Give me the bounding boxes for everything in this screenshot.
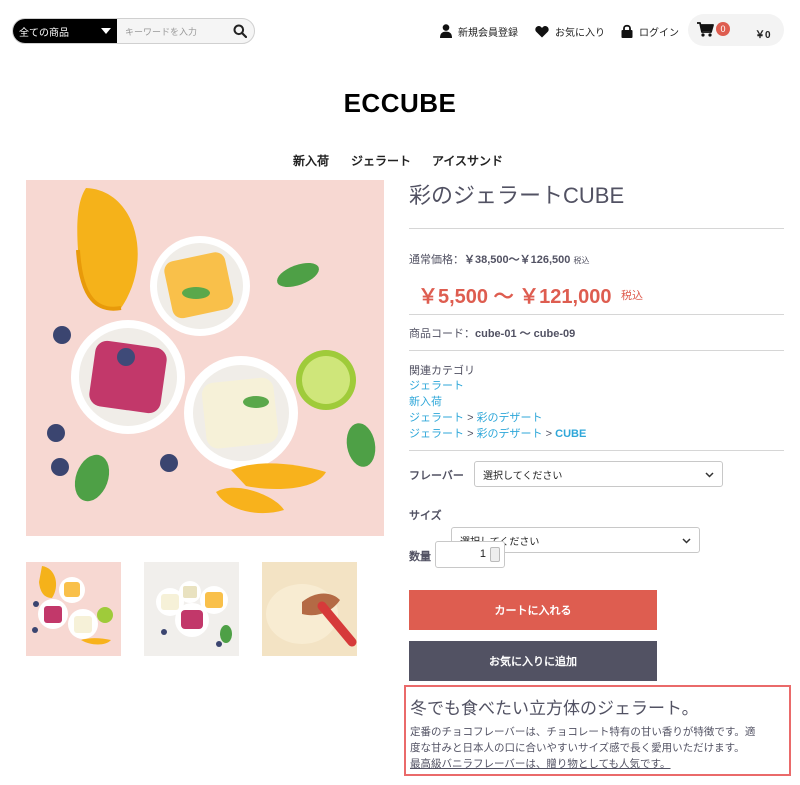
related-categories-heading: 関連カテゴリ [409, 365, 475, 377]
product-code-value: cube-01 ～ cube-09 [475, 328, 576, 340]
quantity-label: 数量 [409, 551, 431, 563]
quantity-stepper[interactable]: 1 [435, 541, 505, 568]
category-link-gelato[interactable]: ジェラート [409, 428, 464, 440]
heart-icon [535, 25, 549, 37]
search-input[interactable]: キーワードを入力 [117, 19, 226, 43]
divider [409, 450, 784, 451]
favorites-label: お気に入り [555, 27, 605, 39]
add-to-cart-button[interactable]: カートに入れる [409, 590, 657, 630]
thumbnail-3[interactable] [262, 562, 357, 656]
nav-ice-sandwich[interactable]: アイスサンド [432, 152, 503, 169]
add-to-favorites-button[interactable]: お気に入りに追加 [409, 641, 657, 681]
regular-price-value: ￥38,500～￥126,500 [464, 254, 571, 266]
flavor-select-value: 選択してください [483, 470, 563, 482]
site-logo[interactable]: ECCUBE [0, 88, 800, 119]
description-title: 冬でも食べたい立方体のジェラート。 [410, 699, 699, 718]
search-bar: 全ての商品 キーワードを入力 [12, 18, 255, 44]
category-link-colorful-dessert[interactable]: 彩のデザート [477, 412, 543, 424]
category-link-cube[interactable]: CUBE [555, 428, 586, 440]
nav-new-arrivals[interactable]: 新入荷 [293, 152, 329, 169]
favorites-link[interactable]: お気に入り [535, 22, 605, 40]
register-link[interactable]: 新規会員登録 [440, 22, 518, 40]
login-label: ログイン [639, 27, 679, 39]
spinner-icon[interactable] [490, 547, 500, 562]
description-line: 定番のチョコフレーバーは、チョコレート特有の甘い香りが特徴です。適 [410, 726, 756, 738]
regular-price: 通常価格：￥38,500～￥126,500 税込 [409, 251, 589, 267]
chevron-down-icon [682, 538, 691, 544]
quantity-value: 1 [479, 548, 486, 560]
caret-down-icon [101, 28, 111, 34]
sale-price-tax: 税込 [621, 290, 643, 302]
divider [409, 314, 784, 315]
flavor-select[interactable]: 選択してください [474, 461, 723, 487]
category-breadcrumb-2: ジェラート > 彩のデザート > CUBE [409, 425, 586, 441]
nav-gelato[interactable]: ジェラート [351, 152, 411, 169]
register-label: 新規会員登録 [458, 27, 518, 39]
cart-total: ￥0 [755, 30, 771, 41]
category-link-gelato[interactable]: ジェラート [409, 412, 464, 424]
product-code: 商品コード：cube-01 ～ cube-09 [409, 325, 575, 341]
login-link[interactable]: ログイン [621, 22, 679, 40]
search-button[interactable] [226, 19, 254, 43]
divider [409, 350, 784, 351]
breadcrumb-separator: > [467, 412, 474, 424]
sale-price: ￥5,500 ～ ￥121,000 [418, 286, 612, 308]
breadcrumb-separator: > [467, 428, 474, 440]
category-breadcrumb-1: ジェラート > 彩のデザート [409, 409, 543, 425]
regular-price-label: 通常価格： [409, 254, 464, 266]
cart-count-badge: 0 [716, 22, 730, 36]
category-link-new[interactable]: 新入荷 [409, 393, 442, 409]
category-link-gelato[interactable]: ジェラート [409, 377, 464, 393]
category-link-colorful-dessert[interactable]: 彩のデザート [477, 428, 543, 440]
user-icon [440, 24, 452, 38]
breadcrumb-separator: > [545, 428, 553, 440]
cart-icon[interactable] [697, 22, 714, 37]
size-label: サイズ [409, 510, 442, 522]
divider [409, 228, 784, 229]
description-body: 定番のチョコフレーバーは、チョコレート特有の甘い香りが特徴です。適 度な甘みと日… [410, 724, 786, 772]
lock-icon [621, 24, 633, 38]
search-placeholder: キーワードを入力 [125, 26, 198, 37]
regular-price-tax: 税込 [573, 256, 590, 265]
category-select-label: 全ての商品 [19, 27, 69, 39]
search-icon [233, 24, 247, 38]
product-title: 彩のジェラートCUBE [409, 183, 625, 208]
description-line: 度な甘みと日本人の口に合いやすいサイズ感で長く愛用いただけます。 [410, 742, 745, 754]
flavor-label: フレーバー [409, 470, 464, 482]
thumbnail-1[interactable] [26, 562, 121, 656]
category-select[interactable]: 全ての商品 [13, 19, 117, 43]
chevron-down-icon [705, 472, 714, 478]
thumbnail-2[interactable] [144, 562, 239, 656]
product-main-image [26, 180, 384, 536]
product-code-label: 商品コード： [409, 328, 475, 340]
description-line: 最高級バニラフレーバーは、贈り物としても人気です。 [410, 758, 671, 770]
